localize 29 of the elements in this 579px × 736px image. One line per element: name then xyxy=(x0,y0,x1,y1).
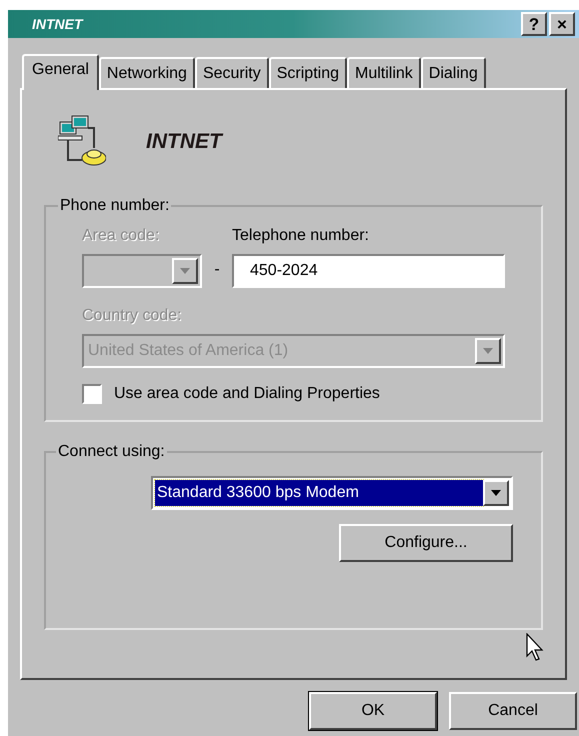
help-button[interactable]: ? xyxy=(521,12,547,36)
checkbox[interactable] xyxy=(82,384,102,404)
tab[interactable]: Scripting xyxy=(268,57,347,88)
window-title: INTNET xyxy=(31,14,84,34)
connection-name: INTNET xyxy=(146,129,222,156)
group-label: Phone number: xyxy=(60,197,170,214)
caret-icon xyxy=(180,268,190,274)
field-label: Country code: xyxy=(82,306,183,326)
field-label: Telephone number: xyxy=(232,226,370,246)
modem-dropdown[interactable]: Standard 33600 bps Modem xyxy=(151,476,513,510)
close-button[interactable]: × xyxy=(549,12,575,36)
configure-button[interactable]: Configure... xyxy=(339,524,513,562)
cancel-button[interactable]: Cancel xyxy=(449,692,577,730)
dropdown-arrow-button[interactable] xyxy=(483,480,509,506)
separator: - xyxy=(213,260,221,280)
field-label: Area code: xyxy=(82,226,160,246)
ok-button[interactable]: OK xyxy=(309,692,437,730)
tab[interactable]: Security xyxy=(194,57,269,88)
tab[interactable]: General xyxy=(22,54,99,90)
tab[interactable]: Networking xyxy=(98,57,195,88)
tab[interactable]: Multilink xyxy=(347,57,421,88)
caret-icon xyxy=(491,490,501,496)
group-label: Connect using: xyxy=(58,443,165,460)
caret-icon xyxy=(483,348,493,354)
tab[interactable]: Dialing xyxy=(420,57,486,88)
selected-modem: Standard 33600 bps Modem xyxy=(155,480,483,506)
checkbox-label: Use area code and Dialing Properties xyxy=(114,384,380,404)
mouse-pointer-icon xyxy=(526,633,544,661)
telephone-number-field[interactable]: 450-2024 xyxy=(232,254,505,288)
